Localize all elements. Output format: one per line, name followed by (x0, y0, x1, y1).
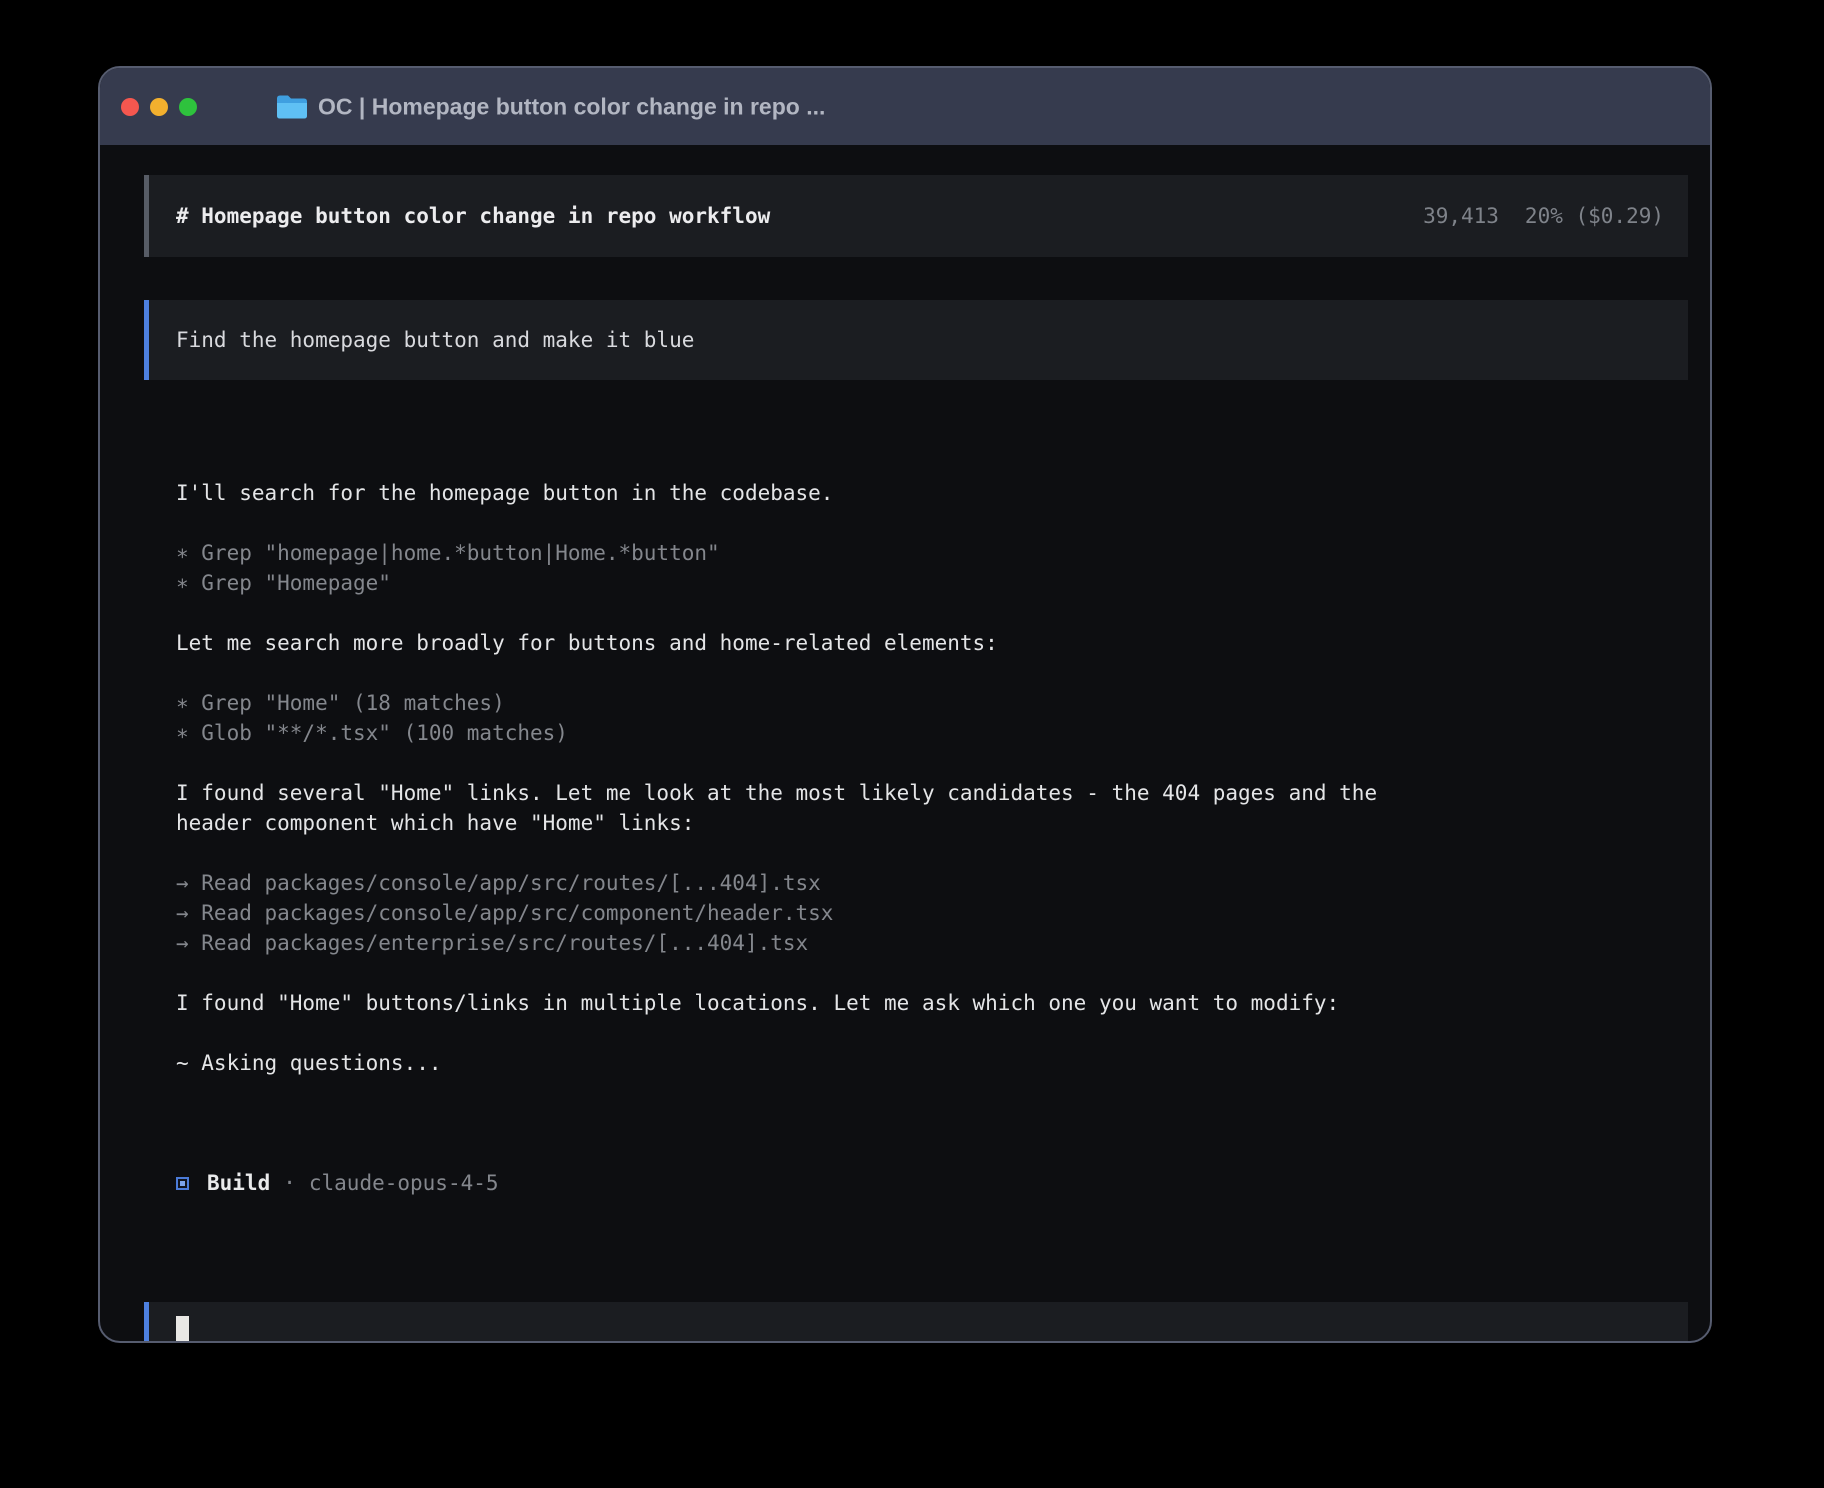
window-title: OC | Homepage button color change in rep… (318, 93, 825, 120)
transcript-block-tool: → Read packages/console/app/src/routes/[… (176, 868, 1688, 958)
text-cursor (176, 1316, 189, 1343)
prompt-input[interactable]: Build Claude Opus 4.5 OpenCode Zen (144, 1302, 1688, 1343)
transcript-line: → Read packages/enterprise/src/routes/[.… (176, 928, 1688, 958)
user-message-text: Find the homepage button and make it blu… (176, 328, 694, 352)
transcript-line: ∗ Glob "**/*.tsx" (100 matches) (176, 718, 1688, 748)
transcript-block-assistant: ~ Asking questions... (176, 1048, 1688, 1078)
title-group: OC | Homepage button color change in rep… (276, 93, 825, 120)
context-usage: 20% ($0.29) (1525, 204, 1664, 228)
terminal-window: OC | Homepage button color change in rep… (98, 66, 1712, 1343)
folder-icon (276, 94, 307, 119)
transcript-line: ~ Asking questions... (176, 1048, 1688, 1078)
session-title: # Homepage button color change in repo w… (176, 204, 770, 228)
transcript-line: I found several "Home" links. Let me loo… (176, 778, 1688, 808)
transcript-line: header component which have "Home" links… (176, 808, 1688, 838)
minimize-button[interactable] (150, 98, 168, 116)
close-button[interactable] (121, 98, 139, 116)
transcript-block-assistant: I'll search for the homepage button in t… (176, 478, 1688, 508)
transcript-groups: I'll search for the homepage button in t… (176, 478, 1688, 1078)
agent-status-line: Build · claude-opus-4-5 (176, 1168, 1688, 1198)
task-icon-fill (180, 1181, 185, 1186)
transcript-block-assistant: Let me search more broadly for buttons a… (176, 628, 1688, 658)
transcript-line: I found "Home" buttons/links in multiple… (176, 988, 1688, 1018)
agent-model: claude-opus-4-5 (309, 1168, 499, 1198)
token-count: 39,413 (1423, 204, 1499, 228)
transcript-line: ∗ Grep "homepage|home.*button|Home.*butt… (176, 538, 1688, 568)
traffic-lights (121, 98, 197, 116)
task-icon (176, 1177, 189, 1190)
titlebar[interactable]: OC | Homepage button color change in rep… (100, 68, 1710, 145)
transcript-block-assistant: I found "Home" buttons/links in multiple… (176, 988, 1688, 1018)
agent-name: Build (207, 1168, 270, 1198)
session-stats: 39,413 20% ($0.29) (1423, 204, 1664, 228)
transcript-block-tool: ∗ Grep "Home" (18 matches)∗ Glob "**/*.t… (176, 688, 1688, 748)
user-message: Find the homepage button and make it blu… (144, 300, 1688, 380)
transcript-line: I'll search for the homepage button in t… (176, 478, 1688, 508)
transcript-line: Let me search more broadly for buttons a… (176, 628, 1688, 658)
transcript-block-assistant: I found several "Home" links. Let me loo… (176, 778, 1688, 838)
transcript: I'll search for the homepage button in t… (144, 418, 1688, 1258)
transcript-line: ∗ Grep "Home" (18 matches) (176, 688, 1688, 718)
transcript-line: → Read packages/console/app/src/componen… (176, 898, 1688, 928)
transcript-line: → Read packages/console/app/src/routes/[… (176, 868, 1688, 898)
maximize-button[interactable] (179, 98, 197, 116)
session-header: # Homepage button color change in repo w… (144, 175, 1688, 257)
separator-dot: · (283, 1168, 296, 1198)
transcript-block-tool: ∗ Grep "homepage|home.*button|Home.*butt… (176, 538, 1688, 598)
terminal-content: # Homepage button color change in repo w… (100, 145, 1710, 1343)
transcript-line: ∗ Grep "Homepage" (176, 568, 1688, 598)
